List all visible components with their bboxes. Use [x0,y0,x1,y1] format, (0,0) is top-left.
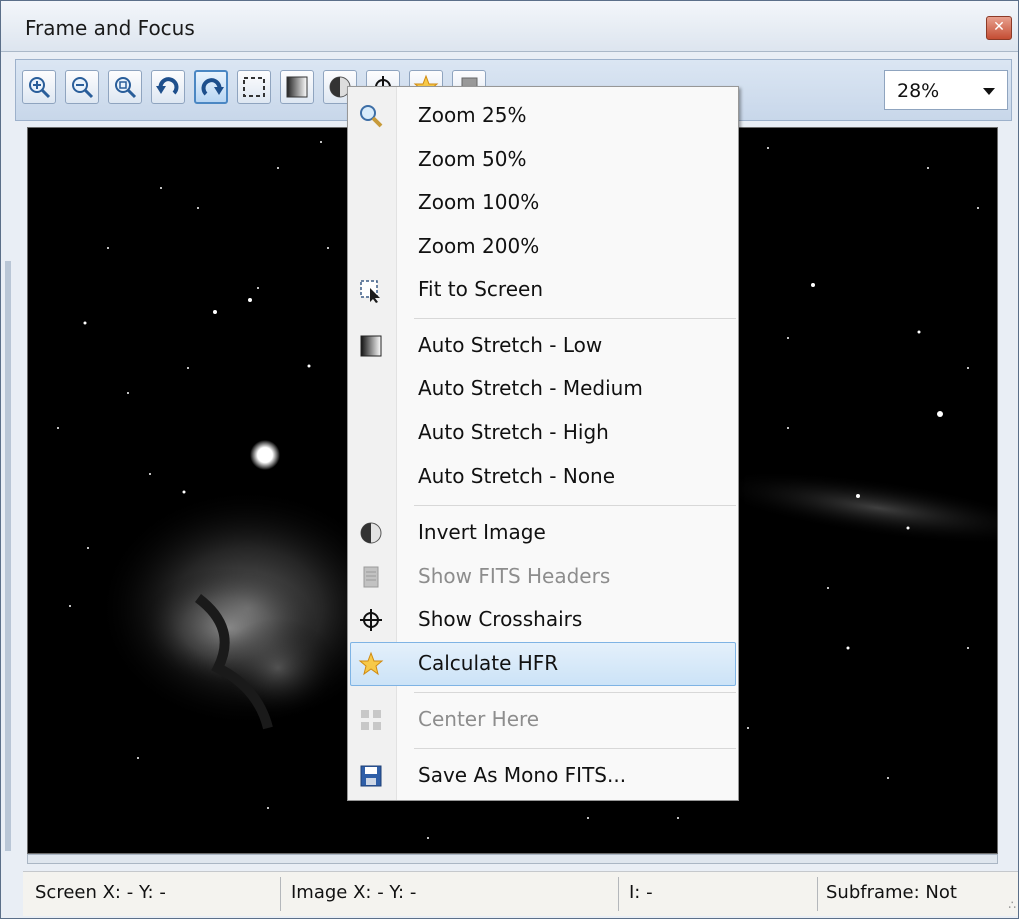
document-icon [363,566,379,588]
menu-item-label: Auto Stretch - Low [418,333,603,357]
horizontal-scrollbar[interactable] [27,854,998,864]
zoom-fit-icon [115,77,137,99]
status-divider [817,877,818,911]
menu-separator [414,318,736,319]
menu-item-label: Zoom 100% [418,190,540,214]
save-icon [360,765,382,787]
rotate-left-icon [156,77,179,95]
menu-item-label: Invert Image [418,520,546,544]
menu-item-label: Center Here [418,707,540,731]
gradient-icon [360,335,382,357]
menu-item-label: Show FITS Headers [418,564,611,588]
selection-icon [243,77,265,97]
left-splitter[interactable] [5,261,11,851]
half-circle-icon [360,522,382,544]
crosshair-icon [360,609,382,631]
auto-stretch-button[interactable] [280,70,314,104]
menu-item-label: Zoom 200% [418,234,540,258]
menu-item-zoom-50[interactable]: Zoom 50% [350,138,736,182]
menu-separator [414,692,736,693]
menu-item-zoom-100[interactable]: Zoom 100% [350,181,736,225]
menu-separator [414,748,736,749]
menu-item-show-fits-headers[interactable]: Show FITS Headers [350,555,736,599]
zoom-fit-button[interactable] [108,70,142,104]
magnifier-icon [360,105,383,128]
menu-separator [414,505,736,506]
rotate-right-button[interactable] [194,70,228,104]
zoom-out-button[interactable] [65,70,99,104]
window-title: Frame and Focus [25,16,195,40]
status-image-coords: Image X: - Y: - [291,882,417,903]
menu-item-label: Zoom 25% [418,103,527,127]
menu-item-zoom-200[interactable]: Zoom 200% [350,225,736,269]
status-intensity: I: - [629,882,653,903]
menu-item-show-crosshairs[interactable]: Show Crosshairs [350,598,736,642]
select-region-button[interactable] [237,70,271,104]
stretch-icon [286,76,308,98]
status-bar: Screen X: - Y: - Image X: - Y: - I: - Su… [23,871,1018,916]
chevron-down-icon [983,88,995,95]
star-icon [358,651,384,676]
menu-item-fit-to-screen[interactable]: Fit to Screen [350,268,736,312]
rotate-right-icon [201,78,224,96]
zoom-level-value: 28% [897,80,940,102]
status-divider [280,877,281,911]
center-icon [361,710,381,730]
close-button[interactable]: ✕ [986,16,1012,40]
menu-item-auto-stretch-medium[interactable]: Auto Stretch - Medium [350,367,736,411]
zoom-in-button[interactable] [22,70,56,104]
menu-item-label: Save As Mono FITS... [418,763,627,787]
menu-item-label: Calculate HFR [418,651,559,675]
menu-item-auto-stretch-low[interactable]: Auto Stretch - Low [350,324,736,368]
title-bar: Frame and Focus ✕ [1,1,1018,52]
menu-item-auto-stretch-high[interactable]: Auto Stretch - High [350,411,736,455]
resize-grip-icon[interactable]: ∴ [1008,898,1016,912]
rotate-left-button[interactable] [151,70,185,104]
context-menu: Zoom 25% Zoom 50% Zoom 100% Zoom 200% Fi… [347,86,739,801]
menu-item-label: Auto Stretch - None [418,464,616,488]
fit-screen-icon [360,280,380,303]
zoom-level-select[interactable]: 28% [884,70,1008,110]
menu-item-auto-stretch-none[interactable]: Auto Stretch - None [350,455,736,499]
status-screen-coords: Screen X: - Y: - [35,882,166,903]
menu-item-label: Zoom 50% [418,147,527,171]
menu-item-zoom-25[interactable]: Zoom 25% [350,94,736,138]
status-subframe: Subframe: Not [826,882,957,903]
menu-item-label: Show Crosshairs [418,607,583,631]
menu-item-label: Auto Stretch - Medium [418,376,643,400]
menu-item-label: Fit to Screen [418,277,543,301]
menu-item-label: Auto Stretch - High [418,420,609,444]
menu-item-save-as-mono-fits[interactable]: Save As Mono FITS... [350,754,736,798]
menu-item-center-here[interactable]: Center Here [350,698,736,742]
menu-item-invert-image[interactable]: Invert Image [350,511,736,555]
status-divider [618,877,619,911]
menu-item-calculate-hfr[interactable]: Calculate HFR [350,642,736,686]
zoom-in-icon [29,77,51,99]
zoom-out-icon [72,77,94,99]
